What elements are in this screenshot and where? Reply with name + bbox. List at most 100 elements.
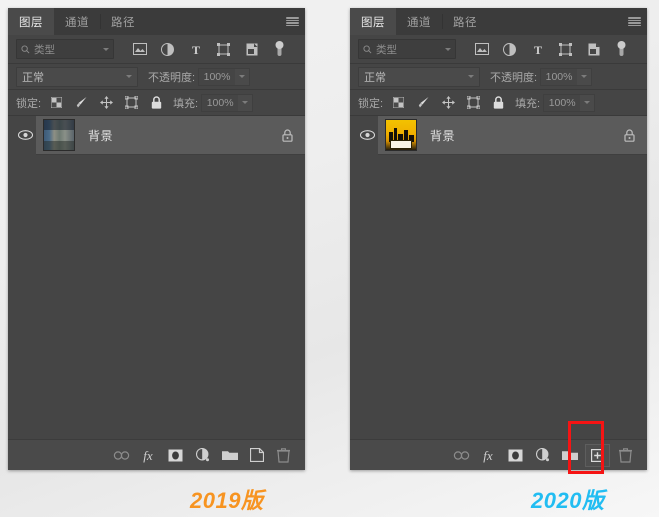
layer-thumbnail [43, 119, 75, 151]
panel-menu-button[interactable] [621, 8, 647, 35]
layer-style-button[interactable]: fx [475, 443, 502, 467]
tab-layers[interactable]: 图层 [8, 8, 54, 35]
chevron-down-icon [242, 101, 249, 104]
layers-panel-2020: 图层 通道 路径 类型 T 正常 不透明度: 100% 锁定: 填充: 100%… [350, 8, 647, 470]
opacity-stepper-button[interactable] [577, 67, 593, 86]
eye-icon[interactable] [14, 130, 36, 140]
new-fill-adjustment-layer-button[interactable] [189, 443, 216, 467]
layer-filter-icons: T [132, 41, 287, 57]
fill-stepper-button[interactable] [580, 93, 596, 112]
tab-channels-label: 通道 [65, 16, 89, 29]
layers-bottom-toolbar-2019: fx [8, 439, 305, 470]
adjustment-layer-filter-icon[interactable] [160, 42, 175, 57]
opacity-input[interactable]: 100% [540, 67, 579, 86]
layer-list-2019[interactable]: 背景 [8, 116, 305, 439]
smart-object-filter-icon[interactable] [244, 42, 259, 57]
layer-mask-button[interactable] [502, 443, 529, 467]
tab-channels[interactable]: 通道 [54, 8, 100, 35]
adjustment-layer-filter-icon[interactable] [502, 42, 517, 57]
lock-row: 锁定: 填充: 100% [8, 90, 305, 116]
new-group-button[interactable] [556, 443, 583, 467]
layer-style-button[interactable]: fx [135, 443, 162, 467]
layer-mask-button[interactable] [162, 443, 189, 467]
filter-toggle-switch-icon[interactable] [272, 41, 287, 57]
opacity-input[interactable]: 100% [198, 67, 237, 86]
tab-paths[interactable]: 路径 [442, 8, 488, 35]
layer-row-body[interactable]: 背景 [36, 116, 305, 155]
chevron-down-icon [584, 101, 591, 104]
tab-layers-label: 图层 [19, 16, 43, 29]
lock-image-pixels-icon[interactable] [416, 96, 430, 110]
lock-all-icon[interactable] [491, 96, 505, 110]
layer-row-background[interactable]: 背景 [8, 116, 305, 155]
layer-list-2020[interactable]: 背景 [350, 116, 647, 439]
chevron-down-icon [126, 75, 132, 78]
chevron-down-icon [239, 75, 246, 78]
blend-mode-row: 正常 不透明度: 100% [8, 64, 305, 90]
type-layer-filter-icon[interactable]: T [530, 42, 545, 57]
lock-label: 锁定: [16, 97, 42, 110]
lock-buttons [49, 96, 163, 110]
lock-position-icon[interactable] [99, 96, 113, 110]
hamburger-menu-icon [627, 17, 641, 26]
link-layers-button[interactable] [108, 443, 135, 467]
lock-artboard-nesting-icon[interactable] [124, 96, 138, 110]
panel-tab-bar: 图层 通道 路径 [8, 8, 305, 35]
new-fill-adjustment-layer-button[interactable] [529, 443, 556, 467]
tab-paths-label: 路径 [453, 16, 477, 29]
fill-input[interactable]: 100% [543, 93, 582, 112]
lock-position-icon[interactable] [441, 96, 455, 110]
hamburger-menu-icon [285, 17, 299, 26]
svg-text:fx: fx [143, 448, 153, 463]
shape-layer-filter-icon[interactable] [216, 42, 231, 57]
fill-stepper-button[interactable] [238, 93, 254, 112]
lock-transparent-pixels-icon[interactable] [391, 96, 405, 110]
lock-transparent-pixels-icon[interactable] [49, 96, 63, 110]
layer-row-background[interactable]: 背景 [350, 116, 647, 155]
search-icon [363, 44, 372, 53]
type-layer-filter-icon[interactable]: T [188, 42, 203, 57]
lock-icon[interactable] [624, 128, 635, 142]
layer-thumbnail [385, 119, 417, 151]
link-layers-button[interactable] [448, 443, 475, 467]
fill-input[interactable]: 100% [201, 93, 240, 112]
lock-all-icon[interactable] [149, 96, 163, 110]
layers-panel-2019: 图层 通道 路径 类型 T 正常 不透明度: 100% 锁定: 填充: 100%… [8, 8, 305, 470]
lock-artboard-nesting-icon[interactable] [466, 96, 480, 110]
layer-filter-select[interactable]: 类型 [16, 39, 114, 59]
filter-toggle-switch-icon[interactable] [614, 41, 629, 57]
layer-filter-select[interactable]: 类型 [358, 39, 456, 59]
smart-object-filter-icon[interactable] [586, 42, 601, 57]
panel-tab-bar: 图层 通道 路径 [350, 8, 647, 35]
caption-2020: 2020版 [531, 488, 605, 513]
layer-row-body[interactable]: 背景 [378, 116, 647, 155]
svg-text:T: T [533, 43, 541, 56]
new-layer-button[interactable] [243, 443, 270, 467]
layer-filter-row: 类型 T [350, 35, 647, 64]
tab-layers[interactable]: 图层 [350, 8, 396, 35]
lock-row: 锁定: 填充: 100% [350, 90, 647, 116]
lock-icon[interactable] [282, 128, 293, 142]
new-layer-button[interactable] [585, 443, 610, 467]
blend-mode-row: 正常 不透明度: 100% [350, 64, 647, 90]
layer-filter-row: 类型 T [8, 35, 305, 64]
lock-image-pixels-icon[interactable] [74, 96, 88, 110]
blend-mode-select[interactable]: 正常 [16, 66, 138, 87]
delete-layer-button[interactable] [270, 443, 297, 467]
svg-text:T: T [191, 43, 199, 56]
panel-menu-button[interactable] [279, 8, 305, 35]
new-group-button[interactable] [216, 443, 243, 467]
tab-paths[interactable]: 路径 [100, 8, 146, 35]
tab-paths-label: 路径 [111, 16, 135, 29]
svg-text:fx: fx [483, 448, 493, 463]
tab-channels-label: 通道 [407, 16, 431, 29]
layer-name-label: 背景 [88, 128, 114, 143]
delete-layer-button[interactable] [612, 443, 639, 467]
eye-icon[interactable] [356, 130, 378, 140]
tab-channels[interactable]: 通道 [396, 8, 442, 35]
blend-mode-select[interactable]: 正常 [358, 66, 480, 87]
pixel-layer-filter-icon[interactable] [474, 42, 489, 57]
shape-layer-filter-icon[interactable] [558, 42, 573, 57]
opacity-stepper-button[interactable] [235, 67, 251, 86]
pixel-layer-filter-icon[interactable] [132, 42, 147, 57]
